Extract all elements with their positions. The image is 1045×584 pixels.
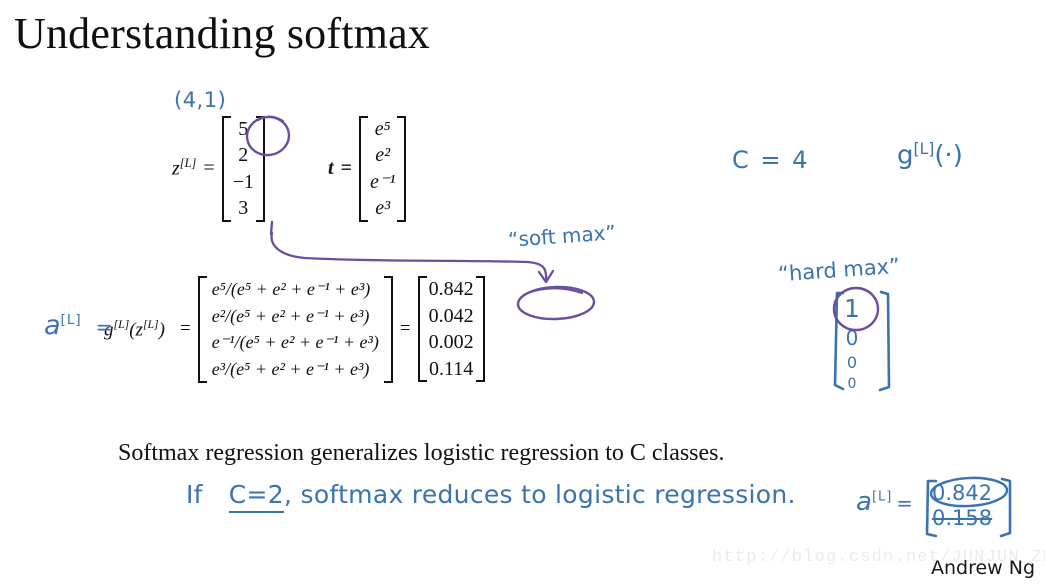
equation-t-equals: = bbox=[340, 157, 352, 180]
softmax-arrow bbox=[270, 231, 548, 282]
equation-main-equals: = bbox=[179, 318, 191, 340]
hard-max-vector-values: 1 0 0 0 bbox=[838, 296, 866, 391]
bottom-bracket-right bbox=[999, 477, 1012, 538]
softmax-row: e²/(e⁵ + e² + e⁻¹ + e³) bbox=[211, 305, 370, 326]
t-matrix: e⁵ e² e⁻¹ e³ bbox=[358, 116, 407, 222]
softmax-result-matrix: 0.842 0.042 0.002 0.114 bbox=[417, 276, 485, 383]
annotation-bottom-sentence: If C=2, softmax reduces to logistic regre… bbox=[186, 480, 796, 513]
z-value: 3 bbox=[238, 197, 249, 220]
slide-caption: Softmax regression generalizes logistic … bbox=[118, 440, 725, 466]
hard-max-value: 0 bbox=[845, 326, 859, 350]
softmax-result: 0.002 bbox=[428, 331, 474, 354]
z-value: 5 bbox=[238, 118, 249, 140]
bracket-left bbox=[417, 276, 427, 383]
bottom-a-value-struck: 0.158 bbox=[932, 505, 993, 530]
softmax-arrowhead bbox=[537, 269, 555, 284]
bracket-left bbox=[197, 276, 207, 383]
bottom-a-vector-values: 0.842 0.158 bbox=[932, 481, 992, 531]
equation-t-vector: t = e⁵ e² e⁻¹ e³ bbox=[328, 116, 407, 222]
softmax-expansion-matrix: e⁵/(e⁵ + e² + e⁻¹ + e³) e²/(e⁵ + e² + e⁻… bbox=[197, 276, 393, 383]
annotation-soft-max: “soft max” bbox=[507, 220, 617, 252]
softmax-row: e⁻¹/(e⁵ + e² + e⁻¹ + e³) bbox=[211, 332, 379, 353]
hard-max-value: 1 bbox=[844, 294, 860, 323]
circle-around-0842-tail bbox=[528, 287, 584, 295]
t-value: e³ bbox=[375, 197, 391, 220]
t-value: e² bbox=[375, 144, 391, 167]
equation-z-equals: = bbox=[203, 157, 215, 180]
softmax-row: e⁵/(e⁵ + e² + e⁻¹ + e³) bbox=[211, 279, 371, 299]
hardmax-bracket-right bbox=[878, 290, 891, 392]
t-value: e⁵ bbox=[374, 118, 391, 140]
bracket-right bbox=[475, 276, 485, 383]
hard-max-value: 0 bbox=[847, 376, 857, 392]
tick-below-z-vector bbox=[269, 220, 274, 236]
softmax-row: e³/(e⁵ + e² + e⁻¹ + e³) bbox=[211, 358, 370, 379]
author-credit: Andrew Ng bbox=[931, 557, 1036, 579]
annotation-g-of-dot: g[L](·) bbox=[897, 140, 963, 171]
softmax-result: 0.842 bbox=[428, 278, 474, 301]
equation-softmax: g[L](z[L]) = e⁵/(e⁵ + e² + e⁻¹ + e³) e²/… bbox=[104, 276, 485, 383]
hard-max-value: 0 bbox=[846, 353, 858, 372]
slide-canvas: Understanding softmax z[L] = 5 2 −1 3 t … bbox=[0, 0, 1045, 584]
z-value: 2 bbox=[238, 144, 249, 167]
softmax-result: 0.042 bbox=[428, 304, 474, 327]
circle-around-0842 bbox=[516, 285, 596, 321]
annotation-hard-max: “hard max” bbox=[777, 253, 901, 287]
bracket-left bbox=[221, 116, 231, 222]
equation-z-label: z[L] bbox=[172, 156, 197, 181]
annotation-c-equals-4: C = 4 bbox=[732, 146, 810, 174]
bracket-right bbox=[397, 116, 407, 222]
page-title: Understanding softmax bbox=[14, 9, 431, 58]
equation-main-lhs: g[L](z[L]) bbox=[104, 317, 165, 340]
bracket-right bbox=[383, 276, 393, 383]
z-value: −1 bbox=[232, 170, 254, 193]
bracket-right bbox=[255, 116, 265, 222]
annotation-bottom-a-label: a[L] = bbox=[856, 487, 913, 517]
bottom-a-value: 0.842 bbox=[932, 481, 993, 505]
equation-t-label: t bbox=[328, 157, 334, 180]
equation-z-vector: z[L] = 5 2 −1 3 bbox=[172, 116, 265, 222]
equation-main-equals-2: = bbox=[399, 318, 411, 340]
z-matrix: 5 2 −1 3 bbox=[221, 116, 265, 222]
t-value: e⁻¹ bbox=[369, 170, 396, 193]
softmax-result: 0.114 bbox=[429, 357, 474, 380]
bracket-left bbox=[358, 116, 368, 222]
annotation-shape-4-1: (4,1) bbox=[174, 88, 227, 112]
annotation-a-superscript-L: a[L] = bbox=[44, 310, 113, 341]
